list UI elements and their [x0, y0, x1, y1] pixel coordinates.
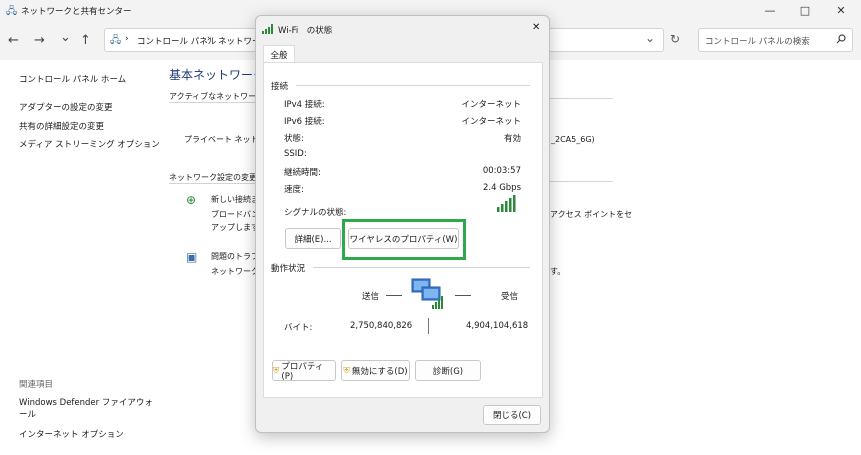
divider: [296, 85, 530, 86]
duration-label: 継続時間:: [284, 168, 321, 178]
ipv4-value: インターネット: [461, 100, 521, 110]
dialog-title: Wi-Fi の状態: [278, 26, 333, 36]
forward-button[interactable]: →: [34, 33, 45, 48]
ssid-label: SSID:: [284, 149, 307, 159]
properties-button-label: プロパティ(P): [281, 361, 324, 382]
sent-label: 送信: [362, 292, 380, 302]
divider: [550, 181, 613, 182]
up-button[interactable]: ↑: [80, 33, 91, 48]
troubleshoot-icon: ▣: [186, 250, 198, 264]
new-connection-icon: ⊕: [186, 193, 197, 207]
search-placeholder[interactable]: コントロール パネルの検索: [705, 35, 810, 47]
divider: [169, 183, 259, 184]
wifi-signal-icon: [262, 24, 273, 34]
bytes-divider: [428, 318, 429, 334]
sidebar-item-firewall[interactable]: Windows Defender ファイアウォール: [19, 397, 154, 421]
duration-value: 00:03:57: [482, 166, 521, 176]
minimize-button[interactable]: —: [755, 0, 785, 20]
sidebar-item-home[interactable]: コントロール パネル ホーム: [19, 73, 126, 85]
speed-value: 2.4 Gbps: [482, 183, 521, 193]
ipv4-label: IPv4 接続:: [284, 100, 325, 110]
bytes-sent-value: 2,750,840,826: [350, 321, 413, 331]
disable-button-label: 無効にする(D): [351, 366, 408, 377]
ipv6-label: IPv6 接続:: [284, 117, 325, 127]
dialog-close-icon[interactable]: ✕: [532, 22, 540, 33]
speed-label: 速度:: [284, 185, 304, 195]
close-window-button[interactable]: ✕: [826, 0, 856, 20]
breadcrumb-separator: ›: [125, 34, 129, 44]
window-title: ネットワークと共有センター: [21, 7, 132, 17]
bytes-label: バイト:: [284, 323, 313, 333]
activity-section-title: 動作状況: [271, 264, 306, 274]
divider: [169, 102, 259, 103]
maximize-button[interactable]: □: [790, 0, 820, 20]
properties-button[interactable]: ⛨ プロパティ(P): [272, 360, 336, 382]
new-connection-link[interactable]: 新しい接続ま: [211, 194, 259, 205]
network-link[interactable]: _2CA5_6G): [551, 135, 595, 144]
sidebar-item-adapter-settings[interactable]: アダプターの設定の変更: [19, 101, 113, 113]
received-line: [455, 295, 471, 296]
breadcrumb-separator: ›: [207, 34, 211, 44]
search-icon[interactable]: [836, 34, 846, 44]
control-panel-icon: 🖧: [110, 35, 122, 46]
new-connection-desc: アクセス ポイントをセ: [550, 210, 633, 219]
address-dropdown-button[interactable]: ⌄: [645, 31, 655, 45]
highlight-box: [342, 219, 466, 260]
connection-section-title: 接続: [271, 82, 289, 92]
network-center-icon: 🖧: [6, 6, 18, 17]
received-label: 受信: [501, 292, 519, 302]
troubleshoot-desc: す。: [550, 267, 566, 276]
sidebar-item-media-streaming[interactable]: メディア ストリーミング オプション: [19, 138, 160, 150]
close-button[interactable]: 閉じる(C): [483, 405, 541, 425]
tab-general[interactable]: 全般: [263, 45, 295, 63]
state-value: 有効: [503, 134, 521, 144]
sidebar-item-sharing-settings[interactable]: 共有の詳細設定の変更: [19, 120, 104, 132]
disable-button[interactable]: ⛨ 無効にする(D): [341, 360, 410, 381]
sent-line: [386, 295, 402, 296]
sidebar-item-internet-options[interactable]: インターネット オプション: [19, 428, 124, 440]
divider: [550, 98, 613, 99]
signal-label: シグナルの状態:: [284, 208, 347, 218]
related-title: 関連項目: [19, 380, 54, 390]
signal-strength-icon: [497, 195, 516, 212]
troubleshoot-link[interactable]: 問題のトラブ: [211, 251, 259, 262]
shield-icon: ⛨: [273, 365, 280, 376]
breadcrumb-control-panel[interactable]: コントロール パネル: [137, 35, 216, 47]
network-computers-icon: [411, 278, 443, 309]
divider: [313, 267, 530, 268]
ipv6-value: インターネット: [461, 117, 521, 127]
bytes-received-value: 4,904,104,618: [466, 321, 529, 331]
shield-icon: ⛨: [343, 365, 350, 376]
diagnose-button[interactable]: 診断(G): [415, 360, 481, 381]
details-button[interactable]: 詳細(E)...: [285, 228, 341, 249]
back-button[interactable]: ←: [8, 33, 19, 48]
recent-locations-button[interactable]: ⌄: [60, 30, 71, 45]
state-label: 状態:: [284, 134, 304, 144]
refresh-button[interactable]: ↻: [670, 32, 680, 46]
change-settings-label: ネットワーク設定の変更: [169, 173, 257, 182]
